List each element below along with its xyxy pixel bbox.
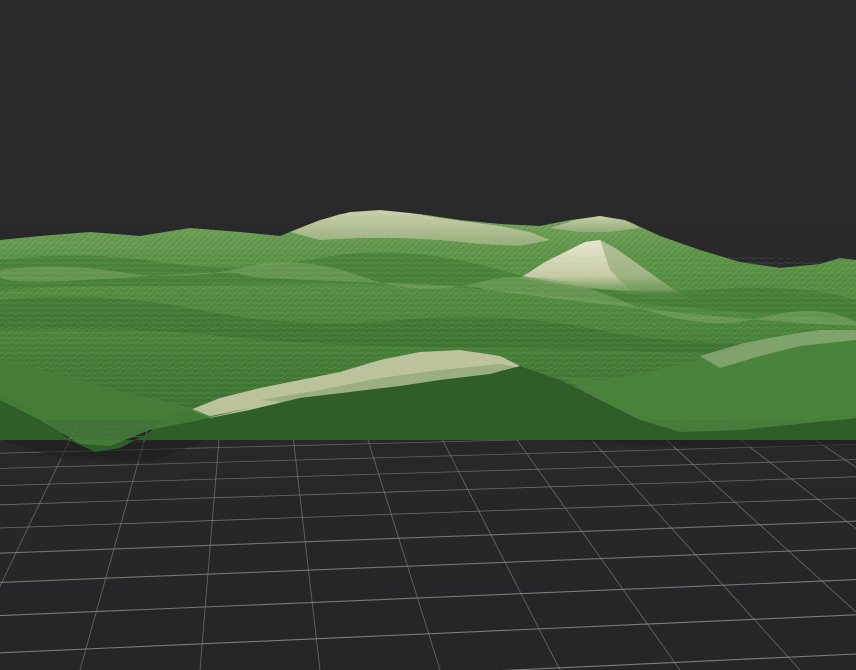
3d-viewport[interactable] <box>0 0 856 670</box>
terrain-scene[interactable] <box>0 0 856 670</box>
